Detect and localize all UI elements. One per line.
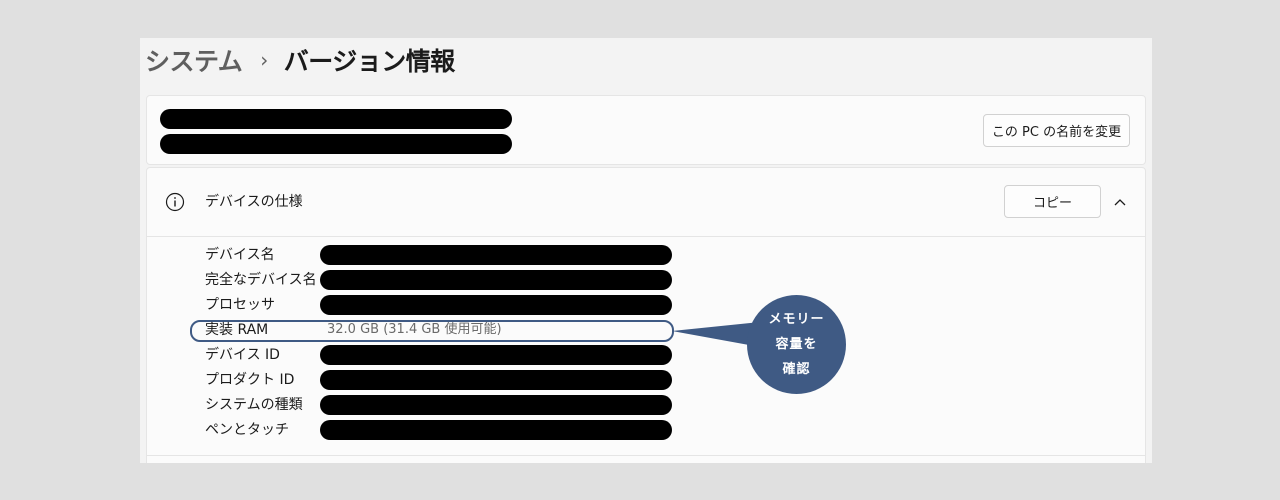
annotation-callout: メモリー 容量を 確認 xyxy=(747,295,846,394)
callout-line-2: 容量を xyxy=(775,337,818,352)
callout-line-1: メモリー xyxy=(768,312,825,327)
callout-pointer xyxy=(672,322,760,347)
callout-line-3: 確認 xyxy=(782,362,811,377)
